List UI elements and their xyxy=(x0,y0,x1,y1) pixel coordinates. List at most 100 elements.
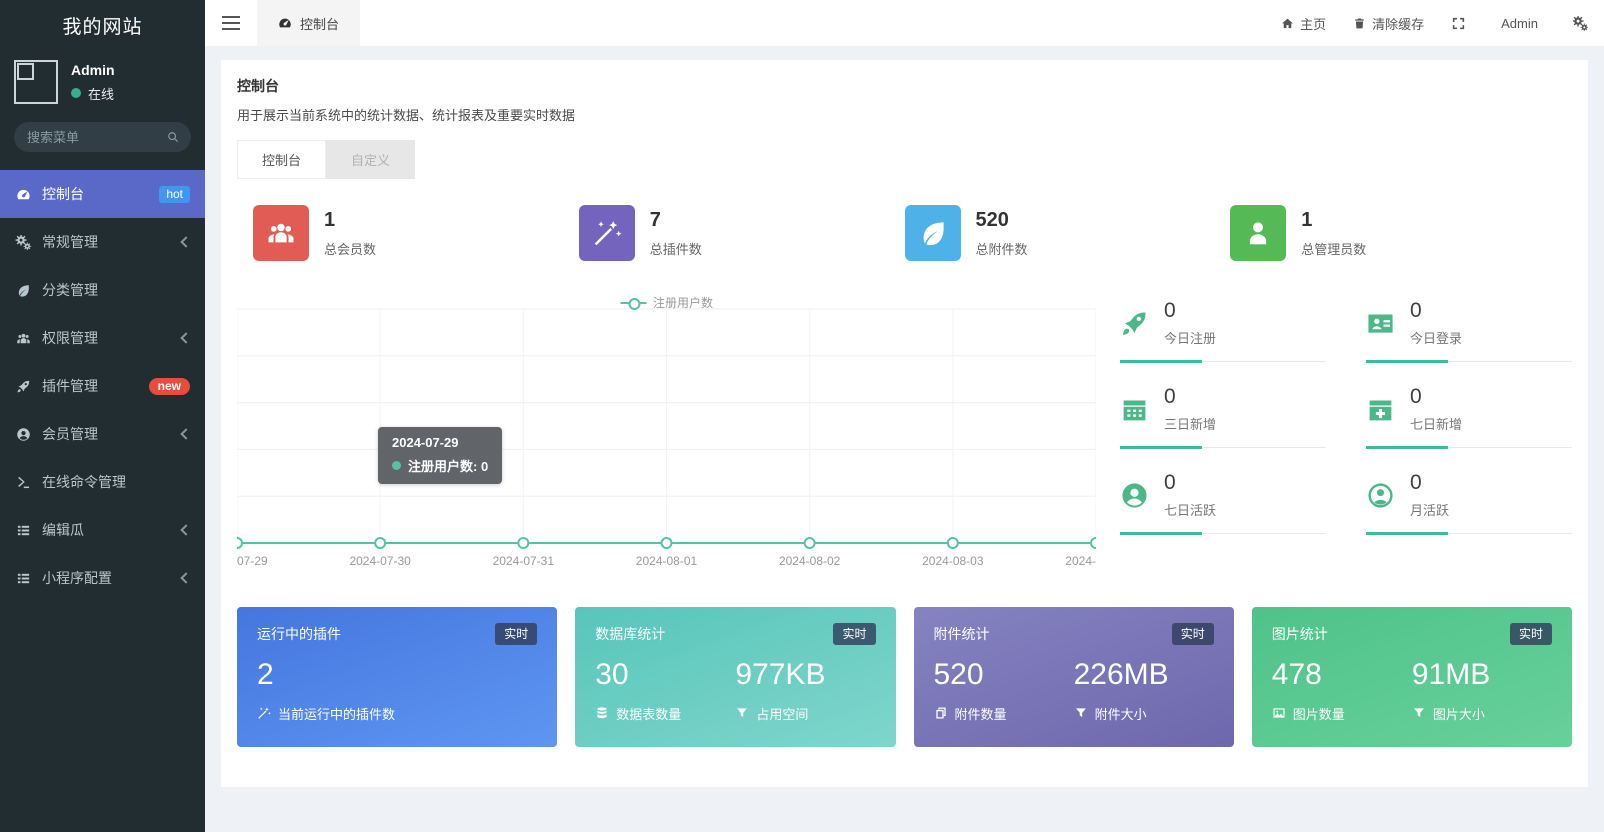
mini-value: 0 xyxy=(1164,299,1216,323)
sidebar-item-label: 控制台 xyxy=(42,184,84,204)
settings-gears-icon[interactable] xyxy=(1573,16,1588,31)
app-window: 我的网站 Admin 在线 控制台 hot 常规管理 xyxy=(0,0,1604,832)
stat-label: 总会员数 xyxy=(324,239,376,258)
sidebar-item-label: 小程序配置 xyxy=(42,568,112,588)
sidebar-item-miniprogram[interactable]: 小程序配置 xyxy=(0,554,205,602)
chevron-left-icon xyxy=(180,572,191,583)
sidebar-menu: 控制台 hot 常规管理 分类管理 权限管理 插件管理 new xyxy=(0,170,205,602)
user-icon xyxy=(1230,205,1286,261)
page-title: 控制台 xyxy=(237,76,1572,96)
underline xyxy=(1120,361,1326,362)
stat-value: 7 xyxy=(650,209,702,232)
stat-label: 总附件数 xyxy=(976,239,1028,258)
card-value2-label: 附件大小 xyxy=(1095,704,1147,723)
legend-line-marker-icon xyxy=(620,298,646,308)
chart-legend[interactable]: 注册用户数 xyxy=(620,294,713,311)
x-axis-tick-label: 2024-08-01 xyxy=(636,554,697,568)
realtime-badge: 实时 xyxy=(1510,623,1552,645)
card-image-stats: 图片统计 实时 478 图片数量 91MB xyxy=(1252,607,1572,747)
mini-value: 0 xyxy=(1410,385,1462,409)
card-value2: 977KB xyxy=(735,658,875,693)
user-menu[interactable]: Admin xyxy=(1493,16,1546,31)
legend-label: 注册用户数 xyxy=(653,294,713,311)
sidebar-item-addon[interactable]: 插件管理 new xyxy=(0,362,205,410)
stat-value: 520 xyxy=(976,209,1028,232)
search-input[interactable] xyxy=(14,122,191,152)
sidebar-item-label: 分类管理 xyxy=(42,280,98,300)
mini-stat-today-login: 0 今日登录 xyxy=(1366,291,1572,377)
summary-card-row: 运行中的插件 实时 2 当前运行中的插件数 xyxy=(237,607,1572,747)
mini-stat-7day-new: 0 七日新增 xyxy=(1366,377,1572,463)
magic-wand-icon xyxy=(579,205,635,261)
tab-custom[interactable]: 自定义 xyxy=(326,140,415,179)
topbar-tab-dashboard[interactable]: 控制台 xyxy=(257,0,360,46)
card-value-label: 当前运行中的插件数 xyxy=(278,704,395,723)
card-value2-label: 图片大小 xyxy=(1433,704,1485,723)
underline xyxy=(1120,533,1326,534)
stat-label: 总插件数 xyxy=(650,239,702,258)
clear-cache-button[interactable]: 清除缓存 xyxy=(1353,14,1424,33)
stat-row: 1 总会员数 7 总插件数 520 xyxy=(237,205,1572,261)
tooltip-date: 2024-07-29 xyxy=(392,435,488,450)
user-circle-outline-icon xyxy=(1366,481,1395,510)
online-status-label: 在线 xyxy=(88,84,114,103)
tab-dashboard[interactable]: 控制台 xyxy=(237,140,326,179)
list-icon xyxy=(15,571,32,586)
mini-value: 0 xyxy=(1164,471,1216,495)
sidebar-item-label: 权限管理 xyxy=(42,328,98,348)
stat-total-attachments: 520 总附件数 xyxy=(905,205,1231,261)
chevron-left-icon xyxy=(180,332,191,343)
sidebar: 我的网站 Admin 在线 控制台 hot 常规管理 xyxy=(0,0,205,832)
card-title: 运行中的插件 xyxy=(257,624,341,644)
realtime-badge: 实时 xyxy=(1172,623,1214,645)
card-title: 附件统计 xyxy=(934,624,990,644)
card-value-label: 图片数量 xyxy=(1293,704,1345,723)
chart-plot xyxy=(237,301,1096,553)
chart-x-axis-labels: 2024-07-292024-07-302024-07-312024-08-01… xyxy=(237,554,1096,574)
underline xyxy=(1366,361,1572,362)
mini-label: 今日注册 xyxy=(1164,328,1216,347)
main-area: 控制台 主页 清除缓存 Admin 控制台 用于展示当前系统中的统计 xyxy=(205,0,1604,832)
x-axis-tick-label: 2024-08-02 xyxy=(779,554,840,568)
card-value-label: 附件数量 xyxy=(955,704,1007,723)
rocket-icon xyxy=(15,379,32,394)
home-link[interactable]: 主页 xyxy=(1281,14,1326,33)
user-circle-icon xyxy=(1120,481,1149,510)
gauge-icon xyxy=(15,187,32,202)
users-icon xyxy=(253,205,309,261)
search-icon[interactable] xyxy=(166,130,180,144)
sidebar-item-label: 插件管理 xyxy=(42,376,98,396)
sidebar-item-dashboard[interactable]: 控制台 hot xyxy=(0,170,205,218)
leaf-icon xyxy=(15,283,32,298)
registration-chart[interactable]: 注册用户数 2024-07-292024-07-302024-07-312024… xyxy=(237,291,1096,577)
sidebar-item-general[interactable]: 常规管理 xyxy=(0,218,205,266)
card-value2-label: 占用空间 xyxy=(756,704,808,723)
underline xyxy=(1366,447,1572,448)
topbar: 控制台 主页 清除缓存 Admin xyxy=(205,0,1604,46)
card-title: 图片统计 xyxy=(1272,624,1328,644)
topbar-actions: 主页 清除缓存 Admin xyxy=(1281,14,1604,33)
realtime-badge: 实时 xyxy=(495,623,537,645)
sidebar-item-label: 编辑瓜 xyxy=(42,520,84,540)
sidebar-item-command[interactable]: 在线命令管理 xyxy=(0,458,205,506)
database-icon xyxy=(595,706,609,720)
realtime-badge: 实时 xyxy=(833,623,875,645)
sidebar-toggle-button[interactable] xyxy=(205,16,257,30)
hot-badge: hot xyxy=(159,186,190,203)
fullscreen-icon[interactable] xyxy=(1451,16,1466,31)
sidebar-item-editor[interactable]: 编辑瓜 xyxy=(0,506,205,554)
mini-value: 0 xyxy=(1410,471,1449,495)
copy-icon xyxy=(934,706,948,720)
topbar-tab-label: 控制台 xyxy=(300,14,339,33)
stat-label: 总管理员数 xyxy=(1301,239,1366,258)
sidebar-item-category[interactable]: 分类管理 xyxy=(0,266,205,314)
mini-stat-3day-new: 0 三日新增 xyxy=(1120,377,1326,463)
sidebar-item-label: 会员管理 xyxy=(42,424,98,444)
mini-label: 三日新增 xyxy=(1164,414,1216,433)
mini-label: 月活跃 xyxy=(1410,500,1449,519)
sidebar-item-member[interactable]: 会员管理 xyxy=(0,410,205,458)
series-dot-icon xyxy=(392,461,401,470)
gauge-icon xyxy=(278,16,292,30)
sidebar-item-auth[interactable]: 权限管理 xyxy=(0,314,205,362)
user-name: Admin xyxy=(71,62,115,78)
